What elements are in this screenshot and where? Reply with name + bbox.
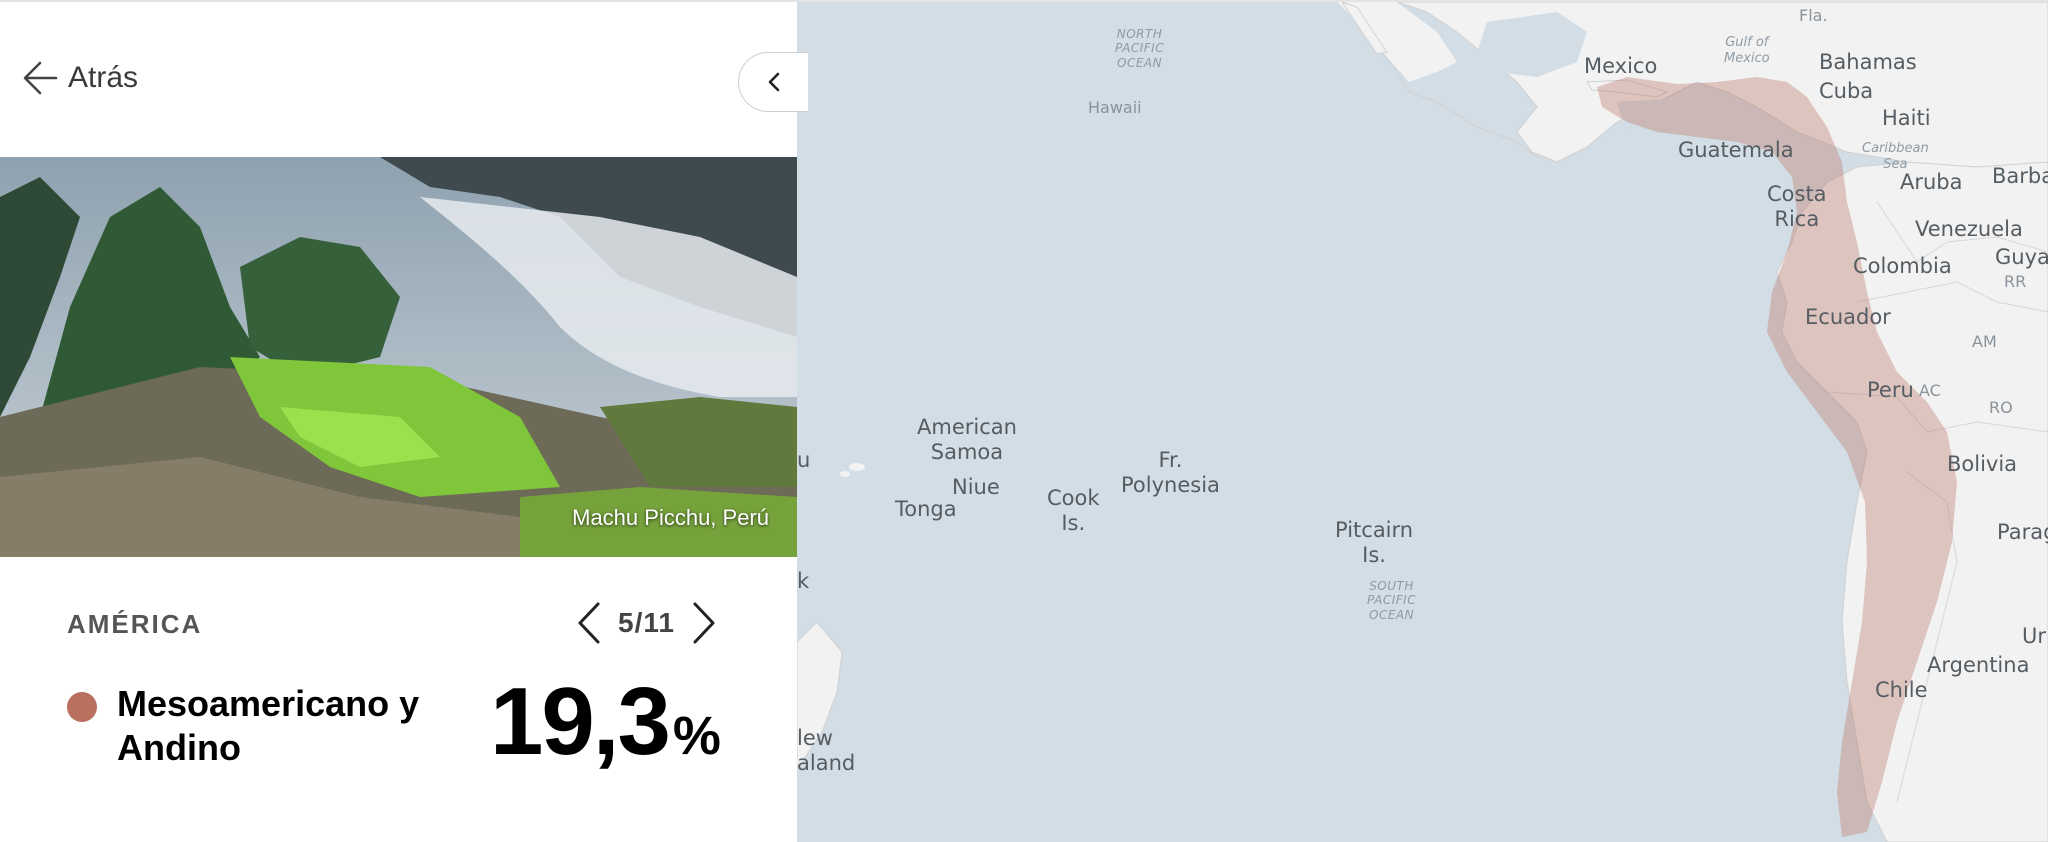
machu-picchu-photo bbox=[0, 157, 797, 557]
map-label-guatemala: Guatemala bbox=[1678, 138, 1794, 162]
prev-button[interactable] bbox=[572, 600, 606, 646]
map-label-french-polynesia: Fr. Polynesia bbox=[1121, 448, 1220, 498]
map-label-aruba: Aruba bbox=[1900, 170, 1963, 194]
map-label-ecuador: Ecuador bbox=[1805, 305, 1891, 329]
map-label-cook-islands: Cook Is. bbox=[1047, 486, 1100, 536]
map-label-american-samoa: American Samoa bbox=[917, 415, 1017, 465]
map-label-niue: Niue bbox=[952, 475, 1000, 499]
map-label-chile: Chile bbox=[1875, 678, 1928, 702]
legend-dot bbox=[67, 692, 97, 722]
map-label-rr: RR bbox=[2004, 272, 2027, 291]
map-label-tonga: Tonga bbox=[895, 497, 957, 521]
map-label-uruguay: Ur bbox=[2022, 624, 2047, 648]
stat-number: 19,3 bbox=[490, 668, 671, 775]
map-label-barbados: Barba bbox=[1992, 164, 2048, 188]
map-label-florida: Fla. bbox=[1799, 6, 1828, 25]
map-label-south-pacific: SOUTH PACIFIC OCEAN bbox=[1367, 579, 1417, 622]
world-map[interactable]: NORTH PACIFIC OCEAN Hawaii American Samoa N… bbox=[797, 2, 2048, 842]
map-label-edge-k: k bbox=[797, 569, 810, 593]
map-label-haiti: Haiti bbox=[1882, 106, 1931, 130]
chevron-left-icon bbox=[768, 72, 779, 92]
info-panel: Atrás Machu Picchu, Perú AMÉRICA 5/11 Me… bbox=[0, 2, 797, 842]
back-label: Atrás bbox=[68, 61, 139, 94]
page-counter: 5/11 bbox=[618, 607, 675, 638]
map-label-cuba: Cuba bbox=[1819, 79, 1874, 103]
map-label-ac: AC bbox=[1919, 381, 1941, 400]
map-label-colombia: Colombia bbox=[1853, 254, 1952, 278]
map-label-peru: Peru bbox=[1867, 378, 1914, 402]
hero-caption: Machu Picchu, Perú bbox=[572, 505, 769, 530]
stat-unit: % bbox=[672, 706, 721, 766]
map-label-north-pacific: NORTH PACIFIC OCEAN bbox=[1115, 27, 1165, 70]
stat-label: Mesoamericano y Andino bbox=[117, 683, 420, 768]
map-label-hawaii: Hawaii bbox=[1088, 98, 1142, 117]
map-label-mexico: Mexico bbox=[1584, 54, 1658, 78]
map-label-guyana: Guya bbox=[1995, 245, 2048, 269]
region-name: AMÉRICA bbox=[67, 609, 203, 639]
stat-value: 19,3 % bbox=[490, 674, 721, 770]
map-label-paraguay: Parag bbox=[1997, 520, 2048, 544]
map-label-caribbean-sea: Caribbean Sea bbox=[1862, 141, 1929, 172]
map-label-pitcairn: Pitcairn Is. bbox=[1335, 518, 1414, 568]
map-label-am: AM bbox=[1972, 332, 1997, 351]
map-label-edge-u: u bbox=[797, 448, 811, 472]
map-label-bolivia: Bolivia bbox=[1947, 452, 2018, 476]
map-label-bahamas: Bahamas bbox=[1819, 50, 1917, 74]
next-button[interactable] bbox=[687, 600, 721, 646]
map-label-argentina: Argentina bbox=[1927, 653, 2030, 677]
hero-image: Machu Picchu, Perú bbox=[0, 157, 797, 557]
map-label-costa-rica: Costa Rica bbox=[1767, 182, 1827, 232]
map-label-new-zealand: lew aland bbox=[797, 726, 856, 776]
map-label-venezuela: Venezuela bbox=[1915, 217, 2023, 241]
map-label-ro: RO bbox=[1989, 398, 2013, 417]
collapse-panel-button[interactable] bbox=[738, 52, 808, 112]
back-button[interactable]: Atrás bbox=[22, 57, 138, 99]
chevron-left-icon bbox=[578, 602, 600, 644]
map-label-gulf-of-mexico: Gulf of Mexico bbox=[1724, 35, 1770, 66]
arrow-left-icon bbox=[23, 61, 58, 95]
chevron-right-icon bbox=[693, 602, 715, 644]
region-pager: 5/11 bbox=[572, 600, 721, 646]
